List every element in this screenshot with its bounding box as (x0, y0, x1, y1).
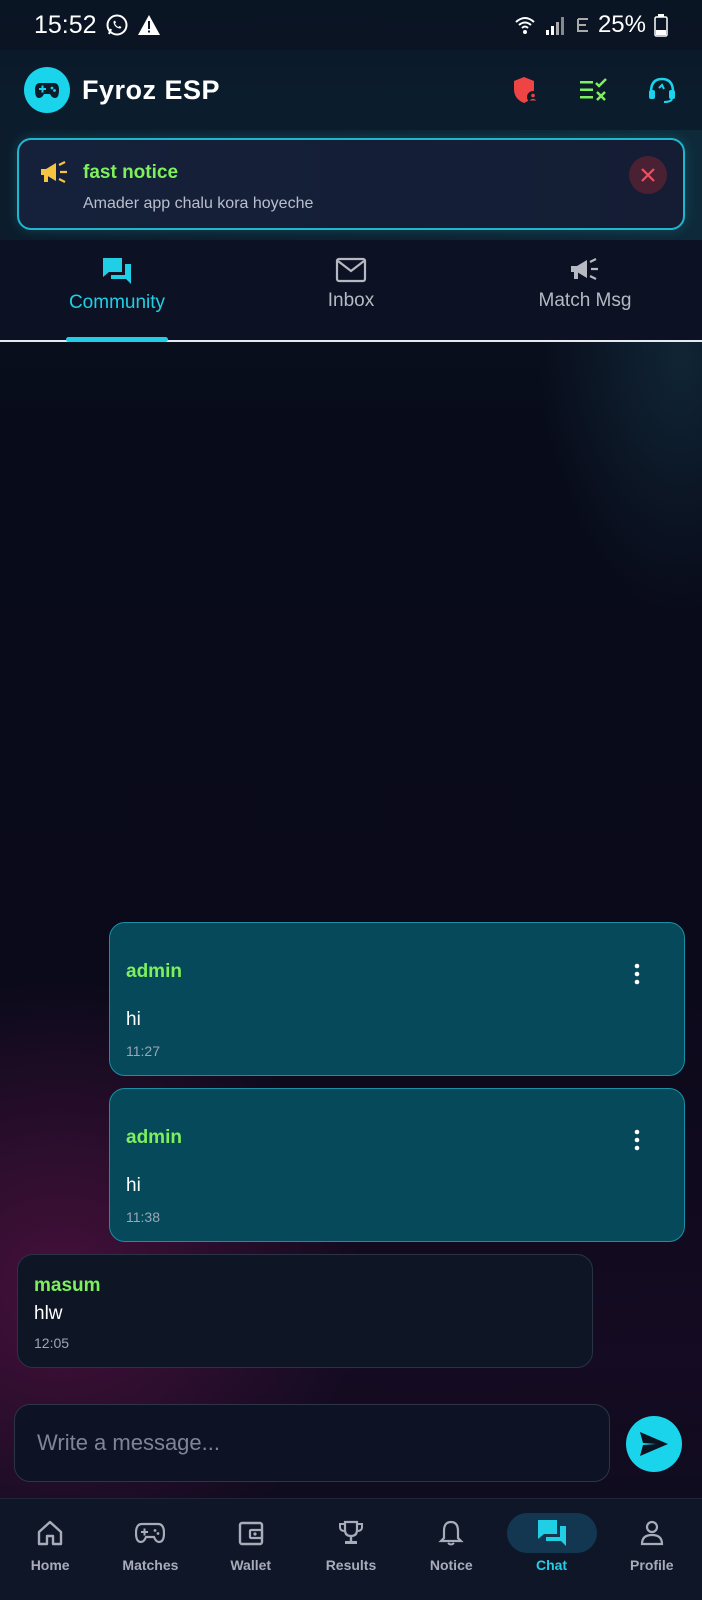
app-title: Fyroz ESP (82, 74, 221, 105)
nav-label: Chat (535, 1557, 568, 1573)
tab-match-msg[interactable]: Match Msg (468, 240, 702, 340)
notice-title: fast notice (83, 162, 179, 183)
app-header: Fyroz ESP (0, 50, 702, 130)
more-options-icon[interactable] (632, 963, 642, 985)
active-tab-indicator (66, 337, 168, 342)
person-icon (640, 1520, 663, 1546)
app-logo (24, 67, 70, 113)
checklist-button[interactable] (578, 74, 610, 106)
tab-label: Inbox (327, 290, 375, 311)
wifi-icon (515, 17, 535, 34)
tab-label: Community (68, 292, 166, 313)
checklist-icon (580, 78, 607, 101)
shield-user-button[interactable] (510, 74, 542, 106)
gamepad-icon (35, 83, 59, 98)
megaphone-icon (571, 258, 598, 280)
trophy-icon (338, 1520, 363, 1544)
status-time: 15:52 (34, 10, 97, 39)
chat-message-user[interactable]: masum hlw 12:05 (17, 1254, 593, 1368)
chat-message-admin[interactable]: admin hi 11:38 (109, 1088, 685, 1242)
tab-community[interactable]: Community (0, 240, 234, 342)
message-sender: admin (126, 961, 182, 982)
notice-card: fast notice Amader app chalu kora hoyech… (17, 138, 685, 230)
home-icon (37, 1520, 63, 1546)
message-composer (14, 1404, 610, 1482)
send-icon (640, 1432, 668, 1456)
nav-label: Matches (122, 1557, 179, 1573)
message-sender: masum (34, 1275, 101, 1296)
message-sender: admin (126, 1127, 182, 1148)
message-input[interactable] (15, 1405, 609, 1481)
network-type-icon (576, 18, 588, 32)
message-time: 11:38 (126, 1209, 160, 1225)
message-text: hlw (34, 1303, 63, 1324)
nav-chat[interactable]: Chat (501, 1499, 601, 1600)
headset-icon (649, 77, 675, 103)
message-text: hi (126, 1175, 141, 1196)
battery-percent: 25% (597, 11, 646, 38)
chat-message-admin[interactable]: admin hi 11:27 (109, 922, 685, 1076)
support-button[interactable] (646, 74, 678, 106)
gamepad-icon (135, 1522, 166, 1544)
wallet-icon (238, 1521, 263, 1546)
status-bar: 15:52 25% (0, 0, 702, 50)
message-text: hi (126, 1009, 141, 1030)
nav-results[interactable]: Results (301, 1499, 401, 1600)
whatsapp-icon (106, 14, 128, 36)
megaphone-icon (41, 161, 67, 183)
warning-icon (137, 15, 160, 35)
message-time: 12:05 (34, 1335, 70, 1351)
chat-bubbles-icon (103, 258, 131, 284)
close-icon (641, 168, 655, 182)
nav-label: Notice (429, 1557, 473, 1573)
more-options-icon[interactable] (632, 1129, 642, 1151)
nav-wallet[interactable]: Wallet (201, 1499, 301, 1600)
nav-matches[interactable]: Matches (100, 1499, 200, 1600)
envelope-icon (335, 257, 367, 283)
nav-label: Home (30, 1557, 70, 1573)
battery-icon (654, 14, 668, 37)
notice-text: Amader app chalu kora hoyeche (83, 195, 314, 212)
signal-icon (545, 17, 564, 35)
nav-label: Results (325, 1557, 377, 1573)
nav-home[interactable]: Home (0, 1499, 100, 1600)
nav-profile[interactable]: Profile (602, 1499, 702, 1600)
notice-banner-area: fast notice Amader app chalu kora hoyech… (0, 128, 702, 240)
nav-label: Profile (630, 1557, 674, 1573)
bottom-navigation: Home Matches Wallet Results Notice Chat … (0, 1498, 702, 1600)
send-button[interactable] (626, 1416, 682, 1472)
nav-label: Wallet (230, 1557, 272, 1573)
shield-user-icon (514, 77, 539, 103)
tab-label: Match Msg (538, 290, 632, 311)
nav-notice[interactable]: Notice (401, 1499, 501, 1600)
chat-tabs: Community Inbox Match Msg (0, 240, 702, 342)
bell-icon (438, 1520, 464, 1546)
tab-inbox[interactable]: Inbox (234, 240, 468, 340)
notice-close-button[interactable] (629, 156, 667, 194)
message-time: 11:27 (126, 1043, 160, 1059)
chat-bubbles-icon (537, 1520, 566, 1546)
